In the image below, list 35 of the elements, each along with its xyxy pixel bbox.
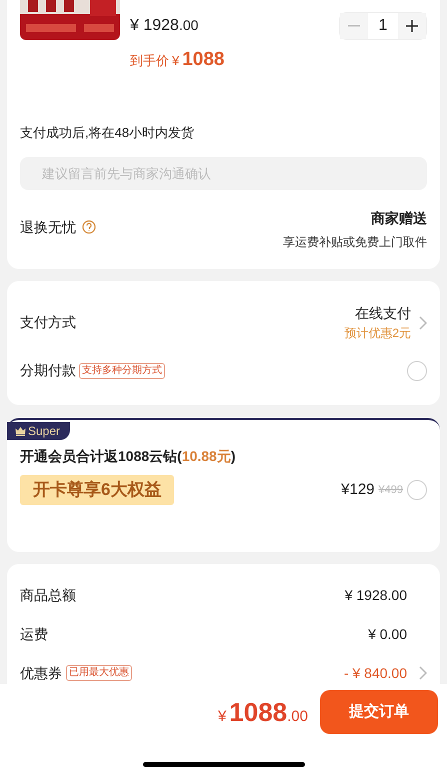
payment-discount: 预计优惠2元 <box>344 325 411 342</box>
summary-value: - ¥ 840.00 <box>344 664 407 682</box>
installment-label: 分期付款 <box>20 361 76 380</box>
chevron-right-icon <box>419 666 427 680</box>
final-price: 到手价 ¥1088 <box>130 48 226 72</box>
membership-text: 开通会员合计返1088云钻(10.88元) <box>19 447 237 466</box>
member-price: ¥129 <box>341 480 375 500</box>
coupon-tag: 已用最大优惠 <box>66 665 132 681</box>
payment-method: 在线支付 <box>355 304 411 323</box>
returns-subtitle: 享运费补贴或免费上门取件 <box>283 234 427 251</box>
product-price: ¥ 1928.00 <box>130 16 198 36</box>
help-icon[interactable] <box>82 220 96 234</box>
super-badge: Super <box>7 422 70 440</box>
summary-label: 商品总额 <box>20 586 76 604</box>
returns-title: 商家赠送 <box>371 209 427 228</box>
payment-label: 支付方式 <box>20 313 76 332</box>
summary-value: ¥ 1928.00 <box>344 586 407 604</box>
original-price: ¥499 <box>378 482 403 498</box>
benefits-banner: 开卡尊享6大权益 <box>20 475 174 505</box>
summary-label: 运费 <box>20 624 48 644</box>
radio-button[interactable] <box>407 360 427 380</box>
quantity-value: 1 <box>378 16 388 36</box>
minus-icon <box>348 25 360 27</box>
crown-icon <box>15 426 26 436</box>
submit-order-button[interactable]: 提交订单 <box>320 690 438 734</box>
returns-label: 退换无忧 <box>20 218 76 236</box>
summary-label: 优惠券 <box>20 664 62 682</box>
radio-button[interactable] <box>407 480 427 500</box>
plus-button[interactable] <box>398 13 426 39</box>
total-price: ¥1088.00 <box>218 696 308 728</box>
shipping-note: 支付成功后,将在48小时内发货 <box>20 124 196 142</box>
plus-icon <box>406 20 418 32</box>
summary-value: ¥ 0.00 <box>368 624 407 644</box>
chevron-right-icon <box>419 316 427 330</box>
installment-tag: 支持多种分期方式 <box>79 362 165 378</box>
